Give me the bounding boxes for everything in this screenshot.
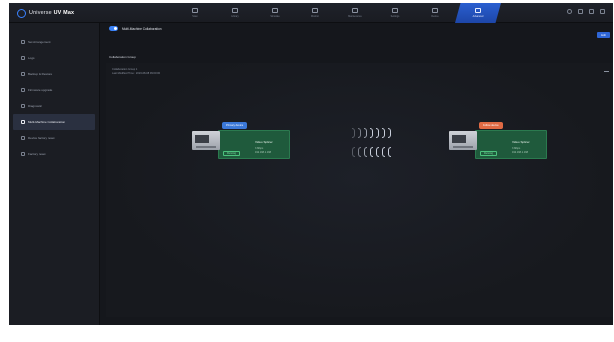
status-badge: Running: [480, 151, 497, 156]
nav-device[interactable]: Device: [415, 3, 455, 23]
follow-role-tag: Follow device: [479, 122, 503, 129]
main-panel: Multi-Machine Collaboration Edit Collabo…: [100, 23, 613, 325]
sync-arrows-forward: [326, 128, 416, 138]
upgrade-icon: [21, 88, 25, 92]
library-icon: [232, 8, 238, 13]
device-image: [449, 128, 477, 150]
device-bandwidth: 3 Mbps: [255, 147, 264, 150]
collaboration-toggle[interactable]: [109, 26, 118, 31]
sidebar-item-logs[interactable]: Logs: [9, 50, 99, 66]
device-ip: 192.168.1.168: [512, 151, 528, 154]
main-header: Multi-Machine Collaboration: [100, 23, 613, 34]
maintenance-icon: [352, 8, 358, 13]
primary-device-card[interactable]: Video Splicer 3 Mbps 192.168.1.168 Runni…: [192, 122, 292, 162]
backup-icon: [21, 72, 25, 76]
group-modified-time: Last Modified Time : 2023-08-08 09:00:00: [112, 71, 161, 75]
arrangement-icon: [21, 40, 25, 44]
close-icon[interactable]: [600, 9, 605, 14]
edit-button[interactable]: Edit: [597, 32, 610, 38]
collaboration-group-panel: Collaboration Group 1 Last Modified Time…: [106, 63, 613, 317]
logo-icon: [17, 8, 26, 18]
primary-role-tag: Primary device: [222, 122, 248, 129]
top-bar: Universe UV Max Scan Library Simulate Mo…: [9, 3, 613, 23]
sync-arrows-backward: [326, 147, 416, 157]
sidebar-item-set-arrangement[interactable]: Set Arrangement: [9, 34, 99, 50]
minimize-icon[interactable]: [578, 9, 583, 14]
sidebar-item-factory-reset[interactable]: Factory reset: [9, 146, 99, 162]
sidebar-item-diagnostic[interactable]: Diagnostic: [9, 98, 99, 114]
sidebar-item-firmware[interactable]: Firmware upgrade: [9, 82, 99, 98]
reset-icon: [21, 136, 25, 140]
sidebar-item-backup[interactable]: Backup & Restore: [9, 66, 99, 82]
window-controls: [567, 9, 605, 14]
app-window: Universe UV Max Scan Library Simulate Mo…: [9, 3, 613, 325]
app-title: Universe UV Max: [29, 10, 75, 16]
sidebar-item-device-reset[interactable]: Device factory reset: [9, 130, 99, 146]
monitor-icon: [312, 8, 318, 13]
nav-advanced[interactable]: Advanced: [455, 3, 501, 23]
device-card-body: Video Splicer 3 Mbps 192.168.1.168 Runni…: [218, 130, 290, 159]
settings-icon: [392, 8, 398, 13]
scan-icon: [192, 8, 198, 13]
page-title: Multi-Machine Collaboration: [122, 26, 162, 31]
follow-device-card[interactable]: Video Splicer 3 Mbps 192.168.1.168 Runni…: [449, 122, 549, 162]
nav-settings[interactable]: Settings: [375, 3, 415, 23]
advanced-icon: [475, 8, 481, 13]
user-icon[interactable]: [567, 9, 572, 14]
sidebar: Set Arrangement Logs Backup & Restore Fi…: [9, 23, 100, 325]
simulate-icon: [272, 8, 278, 13]
section-title: Collaboration Group: [109, 55, 136, 59]
nav-maintenance[interactable]: Maintenance: [335, 3, 375, 23]
nav-scan[interactable]: Scan: [175, 3, 215, 23]
device-name: Video Splicer: [255, 140, 273, 144]
diagnostic-icon: [21, 104, 25, 108]
sidebar-item-collaboration[interactable]: Multi-Machine Collaboration: [13, 114, 95, 130]
restore-icon[interactable]: [589, 9, 594, 14]
nav-simulate[interactable]: Simulate: [255, 3, 295, 23]
device-icon: [432, 8, 438, 13]
device-name: Video Splicer: [512, 140, 530, 144]
device-ip: 192.168.1.168: [255, 151, 271, 154]
factory-icon: [21, 152, 25, 156]
nav-library[interactable]: Library: [215, 3, 255, 23]
device-card-body: Video Splicer 3 Mbps 192.168.1.168 Runni…: [475, 130, 547, 159]
status-badge: Running: [223, 151, 240, 156]
device-bandwidth: 3 Mbps: [512, 147, 521, 150]
logs-icon: [21, 56, 25, 60]
main-nav: Scan Library Simulate Monitor Maintenanc…: [175, 3, 501, 23]
app-logo: Universe UV Max: [17, 8, 74, 18]
collapse-icon[interactable]: [604, 71, 609, 72]
device-image: [192, 128, 220, 150]
nav-monitor[interactable]: Monitor: [295, 3, 335, 23]
group-info: Collaboration Group 1 Last Modified Time…: [112, 68, 160, 75]
collaboration-icon: [21, 120, 25, 124]
